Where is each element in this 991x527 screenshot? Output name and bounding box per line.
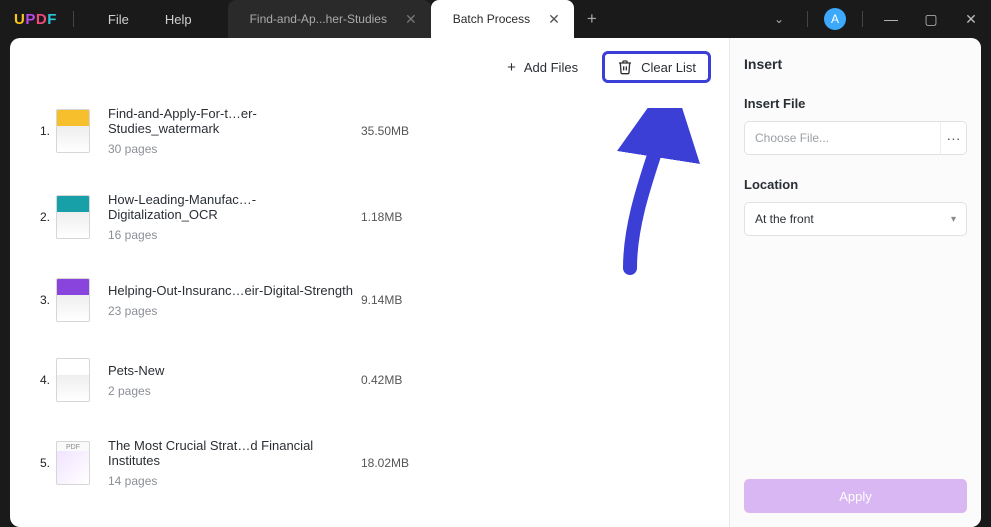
separator xyxy=(73,11,74,27)
list-item[interactable]: 4. Pets-New 2 pages 0.42MB xyxy=(56,340,711,420)
row-number: 1. xyxy=(28,124,50,138)
file-thumbnail xyxy=(56,358,90,402)
location-label: Location xyxy=(744,177,967,192)
file-size: 1.18MB xyxy=(361,210,481,224)
file-name: Pets-New xyxy=(108,363,361,378)
file-thumbnail xyxy=(56,195,90,239)
list-item[interactable]: 2. How-Leading-Manufac…-Digitalization_O… xyxy=(56,174,711,260)
chevron-down-icon[interactable]: ⌄ xyxy=(759,12,799,26)
trash-icon xyxy=(617,59,633,75)
file-list: 1. Find-and-Apply-For-t…er-Studies_water… xyxy=(10,76,729,506)
minimize-button[interactable]: — xyxy=(871,0,911,38)
file-size: 35.50MB xyxy=(361,124,481,138)
row-number: 4. xyxy=(28,373,50,387)
file-pages: 16 pages xyxy=(108,228,361,242)
toolbar: + Add Files Clear List xyxy=(10,38,729,76)
row-number: 2. xyxy=(28,210,50,224)
menu-file[interactable]: File xyxy=(90,0,147,38)
list-item[interactable]: 5. PDF The Most Crucial Strat…d Financia… xyxy=(56,420,711,506)
separator xyxy=(807,11,808,27)
file-pages: 30 pages xyxy=(108,142,361,156)
location-select[interactable]: At the front ▾ xyxy=(744,202,967,236)
list-item[interactable]: 1. Find-and-Apply-For-t…er-Studies_water… xyxy=(56,88,711,174)
clear-list-label: Clear List xyxy=(641,60,696,75)
choose-file-field[interactable]: ··· xyxy=(744,121,967,155)
row-number: 5. xyxy=(28,456,50,470)
file-pages: 14 pages xyxy=(108,474,361,488)
file-size: 9.14MB xyxy=(361,293,481,307)
file-pages: 23 pages xyxy=(108,304,361,318)
browse-button[interactable]: ··· xyxy=(940,122,966,154)
tab-label: Batch Process xyxy=(453,12,530,26)
add-files-label: Add Files xyxy=(524,60,578,75)
row-number: 3. xyxy=(28,293,50,307)
maximize-button[interactable]: ▢ xyxy=(911,0,951,38)
tab-document[interactable]: Find-and-Ap...her-Studies ✕ xyxy=(228,0,431,38)
workspace: + Add Files Clear List 1. Find-and-App xyxy=(10,38,981,527)
tab-label: Find-and-Ap...her-Studies xyxy=(250,12,387,26)
list-item[interactable]: 3. Helping-Out-Insuranc…eir-Digital-Stre… xyxy=(56,260,711,340)
sidebar-title: Insert xyxy=(744,56,967,72)
avatar[interactable]: A xyxy=(824,8,846,30)
insert-file-label: Insert File xyxy=(744,96,967,111)
main-panel: + Add Files Clear List 1. Find-and-App xyxy=(10,38,729,527)
file-size: 0.42MB xyxy=(361,373,481,387)
tab-batch-process[interactable]: Batch Process ✕ xyxy=(431,0,574,38)
tabstrip: Find-and-Ap...her-Studies ✕ Batch Proces… xyxy=(228,0,610,38)
logo: UPDF xyxy=(14,11,57,28)
separator xyxy=(862,11,863,27)
file-thumbnail xyxy=(56,278,90,322)
location-value: At the front xyxy=(755,212,814,226)
file-pages: 2 pages xyxy=(108,384,361,398)
file-thumbnail: PDF xyxy=(56,441,90,485)
close-icon[interactable]: ✕ xyxy=(548,11,560,28)
close-icon[interactable]: ✕ xyxy=(405,11,417,28)
file-name: Helping-Out-Insuranc…eir-Digital-Strengt… xyxy=(108,283,361,298)
apply-button[interactable]: Apply xyxy=(744,479,967,513)
file-name: How-Leading-Manufac…-Digitalization_OCR xyxy=(108,192,361,222)
close-window-button[interactable]: ✕ xyxy=(951,0,991,38)
file-name: Find-and-Apply-For-t…er-Studies_watermar… xyxy=(108,106,361,136)
menu-help[interactable]: Help xyxy=(147,0,210,38)
new-tab-button[interactable]: + xyxy=(574,0,610,38)
choose-file-input[interactable] xyxy=(745,131,940,145)
titlebar: UPDF File Help Find-and-Ap...her-Studies… xyxy=(0,0,991,38)
chevron-down-icon: ▾ xyxy=(951,214,956,225)
sidebar: Insert Insert File ··· Location At the f… xyxy=(729,38,981,527)
plus-icon: + xyxy=(507,59,516,76)
file-name: The Most Crucial Strat…d Financial Insti… xyxy=(108,438,361,468)
file-thumbnail xyxy=(56,109,90,153)
file-size: 18.02MB xyxy=(361,456,481,470)
